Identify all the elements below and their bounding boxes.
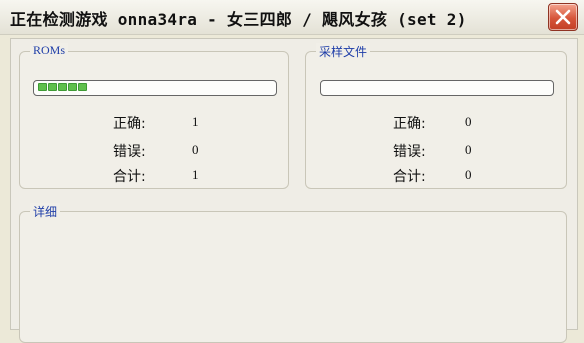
progress-chunk [58, 83, 67, 91]
samples-total-label: 合计: [393, 169, 426, 185]
samples-total-value: 0 [465, 167, 472, 182]
window-title: 正在检测游戏 onna34ra - 女三四郎 / 飓风女孩 (set 2) [10, 10, 467, 29]
roms-legend: ROMs [30, 43, 69, 58]
details-legend: 详细 [30, 203, 61, 220]
title-bar[interactable]: 正在检测游戏 onna34ra - 女三四郎 / 飓风女孩 (set 2) [0, 0, 584, 35]
samples-correct-value: 0 [465, 114, 472, 129]
roms-correct-label: 正确: [113, 116, 146, 132]
roms-total-value: 1 [192, 167, 199, 182]
samples-error-label: 错误: [393, 144, 426, 160]
samples-progress-bar [320, 80, 554, 96]
samples-correct-label: 正确: [393, 116, 426, 132]
close-button[interactable] [548, 3, 578, 31]
progress-chunk [68, 83, 77, 91]
progress-chunk [48, 83, 57, 91]
roms-correct-value: 1 [192, 114, 199, 129]
samples-legend: 采样文件 [316, 43, 371, 60]
samples-error-value: 0 [465, 142, 472, 157]
details-group: 详细 [19, 203, 567, 343]
roms-group: ROMs 正确: 1 错误: 0 合计: 1 [19, 43, 289, 189]
progress-chunk [38, 83, 47, 91]
samples-group: 采样文件 正确: 0 错误: 0 合计: 0 [305, 43, 567, 189]
roms-error-value: 0 [192, 142, 199, 157]
roms-total-label: 合计: [113, 169, 146, 185]
roms-progress-bar [33, 80, 277, 96]
progress-chunk [78, 83, 87, 91]
roms-error-label: 错误: [113, 144, 146, 160]
window-body: ROMs 正确: 1 错误: 0 合计: 1 采样文件 正确: 0 错误: 0 … [10, 38, 578, 343]
close-icon [555, 9, 571, 25]
